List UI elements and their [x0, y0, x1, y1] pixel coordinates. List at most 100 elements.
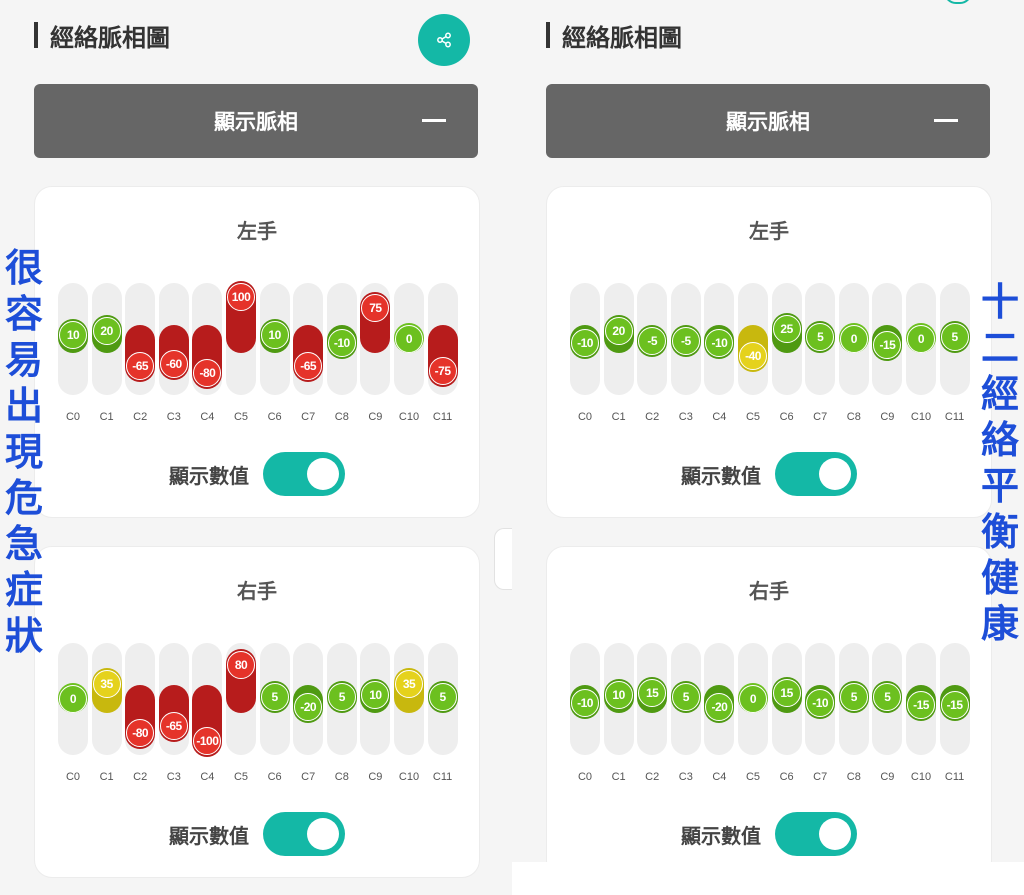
- meridian-value-label: 25: [772, 314, 801, 343]
- share-icon: [437, 32, 451, 48]
- annotation-char: 容: [4, 294, 43, 336]
- channel-label: C8: [846, 411, 861, 423]
- channel-label: C4: [712, 411, 727, 423]
- meridian-value-label: 5: [260, 682, 289, 711]
- show-pulse-toggle-header[interactable]: 顯示脈相: [546, 84, 990, 158]
- right-hand-card: 右手 -10 C0 10 C1 15 C2 5 C3 -20 C4 0 C5 15 C6 -10 C7 5 C8 5…: [546, 546, 992, 862]
- show-pulse-toggle-header[interactable]: 顯示脈相: [34, 84, 478, 158]
- meridian-lane: 75: [360, 283, 391, 395]
- meridian-lane: 10: [259, 283, 290, 395]
- toggle-knob: [307, 458, 339, 490]
- meridian-bars: 0 C0 35 C1 -80 C2 -65 C3 -100 C4 80 C5 5 C6 -20 C7 5 C8 10…: [35, 547, 479, 817]
- channel-label: C3: [166, 771, 181, 783]
- show-values-label: 顯示數值: [169, 465, 249, 488]
- annotation-char: 平: [980, 466, 1019, 508]
- meridian-lane: 20: [91, 283, 122, 395]
- annotation-warning: 很容易出現危急症狀: [0, 246, 48, 660]
- show-values-toggle[interactable]: [775, 812, 857, 856]
- channel-label: C9: [368, 771, 383, 783]
- meridian-value-label: 15: [638, 678, 667, 707]
- meridian-value-label: 5: [428, 682, 457, 711]
- meridian-lane: -20: [704, 643, 735, 755]
- section-title: 經絡脈相圖: [34, 18, 170, 52]
- show-values-toggle[interactable]: [263, 812, 345, 856]
- meridian-value-label: 10: [59, 320, 87, 349]
- title-bar-marker: [546, 22, 550, 48]
- meridian-lane: 35: [91, 643, 122, 755]
- meridian-lane: 5: [259, 643, 290, 755]
- meridian-lane: -15: [872, 283, 903, 395]
- channel-label: C8: [846, 771, 861, 783]
- collapse-minus-icon[interactable]: [422, 119, 446, 122]
- channel-label: C9: [368, 411, 383, 423]
- meridian-lane: 10: [360, 643, 391, 755]
- channel-label: C2: [133, 771, 148, 783]
- channel-label: C8: [334, 411, 349, 423]
- edge-handle[interactable]: [494, 528, 512, 590]
- meridian-lane: 0: [58, 643, 88, 755]
- channel-label: C6: [267, 771, 282, 783]
- share-button[interactable]: [418, 14, 470, 66]
- meridian-lane: -5: [670, 283, 701, 395]
- share-button-peek[interactable]: [944, 0, 972, 4]
- meridian-lane: -10: [570, 643, 600, 755]
- show-values-toggle[interactable]: [263, 452, 345, 496]
- channel-label: C2: [645, 411, 660, 423]
- meridian-lane: -10: [326, 283, 357, 395]
- meridian-lane: -75: [427, 283, 458, 395]
- channel-label: C10: [910, 411, 932, 423]
- annotation-char: 現: [4, 432, 43, 474]
- channel-label: C0: [65, 771, 81, 783]
- show-values-row: 顯示數值: [35, 451, 479, 497]
- meridian-value-label: 0: [739, 685, 767, 713]
- channel-label: C7: [301, 411, 316, 423]
- meridian-lane: -80: [125, 643, 156, 755]
- section-title-text: 經絡脈相圖: [50, 24, 170, 52]
- channel-label: C6: [779, 411, 794, 423]
- show-pulse-label: 顯示脈相: [214, 111, 298, 134]
- meridian-lane: 0: [838, 283, 869, 395]
- channel-label: C5: [233, 411, 249, 423]
- channel-label: C2: [133, 411, 148, 423]
- meridian-lane: 5: [670, 643, 701, 755]
- annotation-char: 出: [4, 386, 43, 428]
- meridian-lane: -15: [906, 643, 936, 755]
- meridian-value-label: -65: [159, 712, 188, 741]
- meridian-lane: 5: [805, 283, 836, 395]
- channel-label: C1: [611, 411, 626, 423]
- channel-label: C4: [200, 411, 215, 423]
- channel-label: C9: [880, 771, 895, 783]
- meridian-value-label: 35: [92, 670, 121, 699]
- meridian-value-label: 0: [395, 325, 423, 353]
- meridian-value-label: -80: [193, 358, 222, 387]
- show-values-toggle[interactable]: [775, 452, 857, 496]
- channel-label: C11: [432, 771, 453, 783]
- meridian-value-label: 5: [327, 682, 356, 711]
- meridian-lane: -65: [293, 283, 324, 395]
- channel-label: C7: [301, 771, 316, 783]
- collapse-minus-icon[interactable]: [934, 119, 958, 122]
- channel-label: C7: [813, 771, 828, 783]
- show-values-row: 顯示數值: [547, 451, 991, 497]
- meridian-lane: 80: [226, 643, 256, 755]
- annotation-char: 十: [980, 282, 1019, 324]
- meridian-value-label: 0: [907, 325, 935, 353]
- meridian-lane: -40: [738, 283, 768, 395]
- channel-label: C10: [910, 771, 932, 783]
- left-hand-card: 左手 -10 C0 20 C1 -5 C2 -5 C3 -10 C4 -40 C5 25 C6 5 C7 0 C8…: [546, 186, 992, 518]
- channel-label: C5: [745, 771, 761, 783]
- meridian-value-label: -10: [571, 689, 599, 718]
- channel-label: C10: [398, 771, 420, 783]
- show-values-label: 顯示數值: [681, 465, 761, 488]
- show-pulse-label: 顯示脈相: [726, 111, 810, 134]
- meridian-value-label: 10: [604, 680, 633, 709]
- title-bar-marker: [34, 22, 38, 48]
- meridian-lane: 15: [637, 643, 668, 755]
- channel-label: C8: [334, 771, 349, 783]
- annotation-char: 易: [4, 340, 43, 382]
- toggle-knob: [819, 458, 851, 490]
- meridian-lane: -20: [293, 643, 324, 755]
- meridian-bars: -10 C0 20 C1 -5 C2 -5 C3 -10 C4 -40 C5 25 C6 5 C7 0 C8 -15…: [547, 187, 991, 457]
- toggle-knob: [307, 818, 339, 850]
- meridian-value-label: 20: [92, 316, 121, 345]
